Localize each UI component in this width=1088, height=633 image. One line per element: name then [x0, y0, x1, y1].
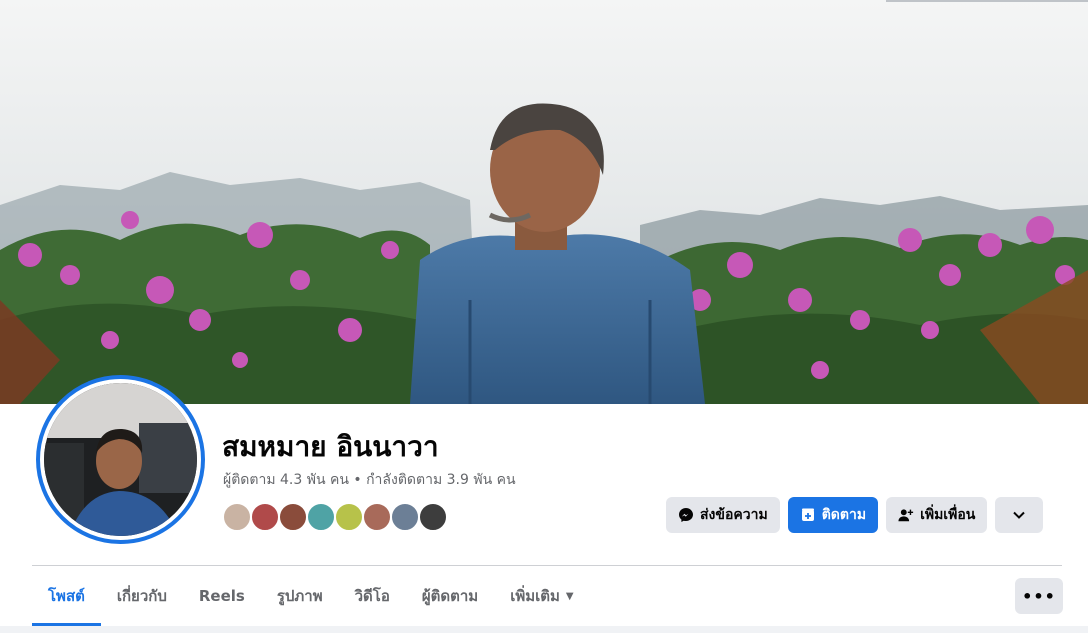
message-button[interactable]: ส่งข้อความ	[666, 497, 780, 533]
more-options-button[interactable]: •••	[1015, 578, 1063, 614]
follow-button[interactable]: ติดตาม	[787, 497, 879, 533]
profile-name: สมหมาย อินนาวา	[222, 430, 439, 463]
tab-followers[interactable]: ผู้ติดตาม	[406, 566, 494, 626]
mutual-avatars	[222, 502, 448, 532]
tab-label: Reels	[198, 587, 245, 605]
friend-avatar[interactable]	[278, 502, 308, 532]
cover-photo[interactable]	[0, 0, 1088, 404]
friend-avatar[interactable]	[250, 502, 280, 532]
messenger-icon	[678, 507, 694, 523]
tab-more[interactable]: เพิ่มเติม ▼	[494, 566, 589, 626]
profile-tabs: โพสต์ เกี่ยวกับ Reels รูปภาพ วิดีโอ ผู้ต…	[32, 566, 590, 626]
more-actions-button[interactable]	[995, 497, 1044, 533]
profile-actions: ส่งข้อความ ติดตาม เพิ่มเพื่อน	[666, 497, 1044, 533]
friend-avatar[interactable]	[418, 502, 448, 532]
friend-avatar[interactable]	[390, 502, 420, 532]
friend-avatar[interactable]	[334, 502, 364, 532]
tab-label: ผู้ติดตาม	[421, 587, 479, 605]
follow-icon	[800, 507, 816, 523]
profile-avatar[interactable]	[36, 375, 205, 544]
add-friend-button[interactable]: เพิ่มเพื่อน	[886, 497, 988, 533]
more-options-icon: •••	[1022, 586, 1056, 606]
tab-photos[interactable]: รูปภาพ	[261, 566, 339, 626]
tab-label: โพสต์	[48, 587, 85, 605]
add-friend-icon	[898, 507, 914, 523]
chevron-down-icon	[1013, 507, 1026, 523]
avatar-image	[44, 383, 197, 536]
tab-videos[interactable]: วิดีโอ	[339, 566, 406, 626]
caret-down-icon: ▼	[565, 590, 574, 602]
tab-reels[interactable]: Reels	[183, 566, 261, 626]
friend-avatar[interactable]	[306, 502, 336, 532]
cover-image	[0, 0, 1088, 404]
tab-label: เพิ่มเติม	[510, 587, 560, 605]
feed-background	[0, 626, 1088, 633]
tab-label: วิดีโอ	[354, 587, 390, 605]
friend-avatar[interactable]	[362, 502, 392, 532]
tab-label: รูปภาพ	[276, 587, 323, 605]
tab-posts[interactable]: โพสต์	[32, 566, 101, 626]
tab-about[interactable]: เกี่ยวกับ	[101, 566, 183, 626]
tab-label: เกี่ยวกับ	[116, 587, 167, 605]
cover-top-bar	[886, 0, 1088, 2]
message-label: ส่งข้อความ	[700, 507, 768, 523]
follower-stats[interactable]: ผู้ติดตาม 4.3 พัน คน • กำลังติดตาม 3.9 พ…	[223, 470, 516, 490]
follow-label: ติดตาม	[821, 507, 867, 523]
add-friend-label: เพิ่มเพื่อน	[920, 507, 976, 523]
friend-avatar[interactable]	[222, 502, 252, 532]
